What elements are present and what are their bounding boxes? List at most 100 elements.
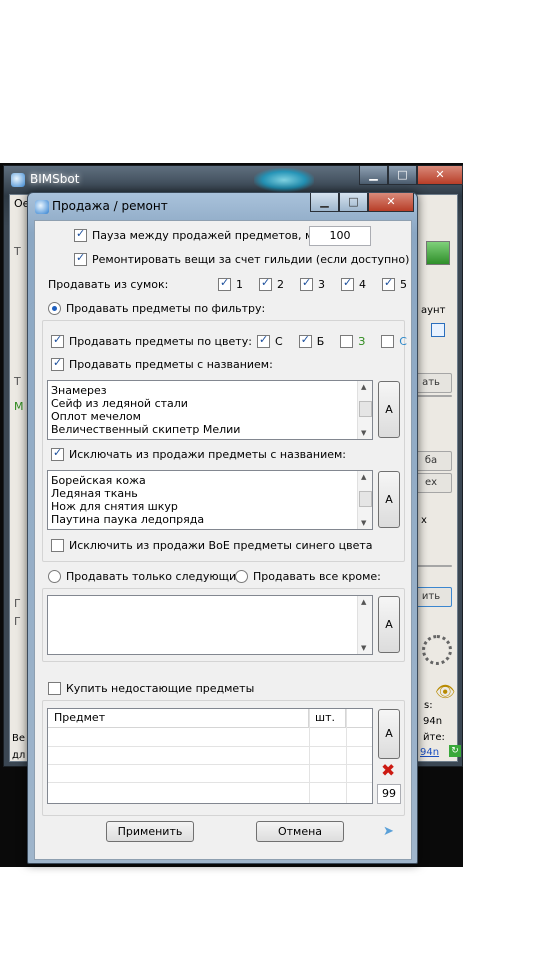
maximize-button[interactable]: □ [339,193,368,212]
sell-list-add-button[interactable]: A [378,596,400,653]
sell-by-name-checkbox[interactable] [51,356,64,371]
left-fragment: Г [14,615,21,628]
exclude-boe-checkbox[interactable] [51,539,64,552]
sell-names-list[interactable]: Знамерез Сейф из ледяной стали Оплот меч… [47,380,373,440]
main-window-title: BIMSbot [30,172,80,186]
scroll-up-icon[interactable]: ▲ [361,598,366,606]
right-fragment: s: [424,700,433,711]
buy-items-table[interactable]: Предмет шт. [47,708,373,804]
color-blue-label: С [399,335,407,348]
list-scrollbar[interactable]: ▲ ▼ [357,596,372,654]
edit-icon[interactable] [431,323,445,337]
sell-list[interactable]: ▲ ▼ [47,595,373,655]
bag-3-checkbox[interactable] [300,276,313,291]
buy-items-add-button[interactable]: A [378,709,400,759]
color-white-checkbox[interactable] [298,333,312,348]
sell-except-radio[interactable] [235,570,248,583]
main-window-controls: ▁ □ ✕ [359,166,463,186]
minimize-button[interactable]: ▁ [359,166,388,185]
list-item[interactable]: Ледяная ткань [48,487,372,500]
repair-guild-checkbox[interactable] [74,251,87,266]
sell-by-filter-label: Продавать предметы по фильтру: [66,302,266,315]
refresh-icon[interactable]: ↻ [449,745,461,757]
color-gray-label: С [275,335,283,348]
exclude-names-add-button[interactable]: A [378,471,400,528]
right-fragment: х [421,515,427,526]
sell-only-radio[interactable] [48,570,61,583]
pause-row: Пауза между продажей предметов, мсек [74,227,333,242]
close-button[interactable]: ✕ [417,166,463,185]
scroll-thumb[interactable] [359,491,372,507]
download-icon[interactable] [426,241,450,265]
sell-by-color-checkbox[interactable] [51,333,64,348]
scroll-down-icon[interactable]: ▼ [361,519,366,527]
list-scrollbar[interactable]: ▲ ▼ [357,381,372,439]
bag-3-label: 3 [318,278,325,291]
list-item[interactable]: Сейф из ледяной стали [48,397,372,410]
scroll-thumb[interactable] [359,401,372,417]
scroll-up-icon[interactable]: ▲ [361,383,366,391]
buy-missing-checkbox[interactable] [48,682,61,695]
list-scrollbar[interactable]: ▲ ▼ [357,471,372,529]
delete-icon[interactable]: ✖ [381,761,395,781]
column-header-qty[interactable]: шт. [309,709,346,727]
scroll-up-icon[interactable]: ▲ [361,473,366,481]
bag-1-checkbox[interactable] [218,276,231,291]
repair-row: Ремонтировать вещи за счет гильдии (если… [74,251,410,266]
color-green-checkbox[interactable] [340,335,354,348]
list-item[interactable]: Величественный скипетр Мелии [48,423,372,436]
arrow-icon[interactable]: ➤ [383,824,394,839]
left-fragment: М [14,400,24,413]
exclude-by-name-row: Исключать из продажи предметы с название… [51,446,346,461]
right-fragment: йте: [423,732,445,743]
right-fragment: аунт [421,305,446,316]
bags-checkboxes: 1 2 3 4 5 [218,276,407,291]
eye-icon[interactable]: 👁 [435,682,455,701]
sell-repair-dialog: Продажа / ремонт ▁ □ ✕ Пауза между прода… [27,192,418,864]
pause-ms-input[interactable]: 100 [309,226,371,246]
right-fragment: 94n [423,716,443,727]
color-white-label: Б [316,335,325,348]
list-item[interactable]: Паутина паука ледопряда [48,513,372,526]
quantity-input[interactable]: 99 [377,784,401,804]
bag-2-checkbox[interactable] [259,276,272,291]
bimsbot-app-icon [11,173,25,187]
bag-5-label: 5 [400,278,407,291]
column-header-item[interactable]: Предмет [48,709,309,727]
color-gray-checkbox[interactable] [257,333,270,348]
table-row[interactable] [48,764,372,765]
close-button[interactable]: ✕ [368,193,414,212]
bag-4-checkbox[interactable] [341,276,354,291]
scroll-down-icon[interactable]: ▼ [361,429,366,437]
sell-except-row: Продавать все кроме: [235,570,381,583]
buy-missing-row: Купить недостающие предметы [48,682,254,695]
sell-names-add-button[interactable]: A [378,381,400,438]
bag-5-checkbox[interactable] [382,276,395,291]
list-item[interactable]: Знамерез [48,384,372,397]
sell-by-filter-radio[interactable] [48,302,61,315]
list-item[interactable]: Нож для снятия шкур [48,500,372,513]
buy-missing-label: Купить недостающие предметы [66,682,255,695]
sell-by-color-label: Продавать предметы по цвету: [69,335,252,348]
left-fragment: Ве [12,733,26,744]
list-item[interactable]: Борейская кожа [48,474,372,487]
dialog-content: Пауза между продажей предметов, мсек 100… [34,220,412,860]
apply-button[interactable]: Применить [106,821,194,842]
color-blue-checkbox[interactable] [381,335,395,348]
sell-by-name-row: Продавать предметы с названием: [51,356,273,371]
cancel-button[interactable]: Отмена [256,821,344,842]
list-item[interactable]: Оплот мечелом [48,410,372,423]
color-green-label: З [358,335,366,348]
pause-checkbox[interactable] [74,227,87,242]
minimize-button[interactable]: ▁ [310,193,339,212]
exclude-by-name-checkbox[interactable] [51,446,64,461]
table-row[interactable] [48,746,372,747]
bag-4-label: 4 [359,278,366,291]
repair-guild-label: Ремонтировать вещи за счет гильдии (если… [92,253,410,266]
scroll-down-icon[interactable]: ▼ [361,644,366,652]
table-row[interactable] [48,782,372,783]
right-link[interactable]: 94n [420,747,439,758]
gear-icon[interactable] [422,635,452,665]
maximize-button[interactable]: □ [388,166,417,185]
exclude-names-list[interactable]: Борейская кожа Ледяная ткань Нож для сня… [47,470,373,530]
